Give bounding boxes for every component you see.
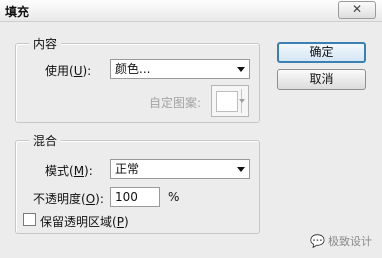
opacity-label: 不透明度(O):: [33, 192, 104, 206]
use-label: 使用(U):: [45, 64, 92, 78]
title-bar: 填充 ✕: [0, 0, 382, 22]
window-title: 填充: [5, 5, 30, 19]
pattern-label: 自定图案:: [149, 96, 202, 110]
use-select-value: 颜色...: [115, 62, 151, 76]
chevron-down-icon: [237, 67, 245, 72]
mode-select-value: 正常: [115, 162, 140, 176]
chevron-down-icon: [239, 99, 245, 103]
mode-label: 模式(M):: [45, 164, 93, 178]
use-select[interactable]: 颜色...: [110, 59, 250, 79]
preserve-transparency-checkbox[interactable]: [23, 213, 36, 226]
blend-group-title: 混合: [29, 132, 62, 149]
opacity-unit: %: [168, 190, 180, 204]
preserve-transparency-label: 保留透明区域(P): [40, 215, 129, 229]
pattern-swatch: [216, 91, 238, 112]
ok-button[interactable]: 确定: [277, 42, 366, 63]
chat-bubble-icon: 💬: [310, 234, 325, 248]
watermark: 💬 极致设计: [310, 233, 372, 249]
cancel-button[interactable]: 取消: [277, 69, 366, 90]
content-group-title: 内容: [29, 35, 62, 52]
pattern-picker[interactable]: [211, 85, 249, 117]
opacity-input[interactable]: 100: [110, 187, 160, 207]
chevron-down-icon: [237, 167, 245, 172]
watermark-text: 极致设计: [328, 235, 372, 248]
close-button[interactable]: ✕: [338, 1, 376, 19]
mode-select[interactable]: 正常: [110, 159, 250, 179]
